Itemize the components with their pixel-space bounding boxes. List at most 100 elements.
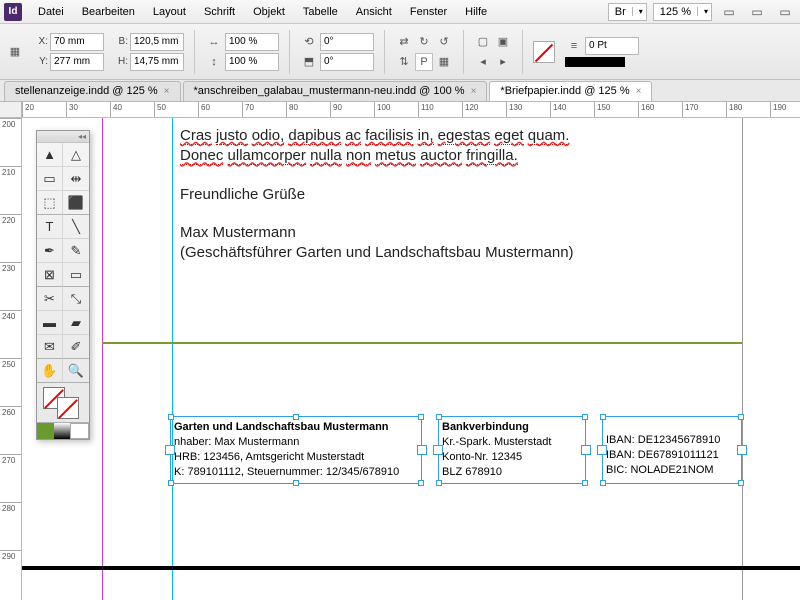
control-bar: ▦ X: Y: B: H: ↔ ↕ ⟲ ⬒ ⇄ ↻ ↺ ⇅ P ▦ ▢ ▣ <box>0 24 800 80</box>
h-input[interactable] <box>130 53 184 71</box>
close-icon[interactable]: × <box>636 86 642 97</box>
apply-gradient[interactable] <box>54 423 71 439</box>
align-icon[interactable]: ▦ <box>435 53 453 71</box>
stroke-style[interactable] <box>565 57 625 67</box>
horizontal-ruler[interactable]: 2030405060708090100110120130140150160170… <box>22 102 800 118</box>
scissors-tool[interactable]: ✂ <box>37 287 63 311</box>
stroke-proxy[interactable] <box>57 397 79 419</box>
bottom-rule <box>22 566 800 570</box>
y-input[interactable] <box>50 53 104 71</box>
zoom-level[interactable]: 125 %▾ <box>653 3 712 21</box>
pen-tool[interactable]: ✒ <box>37 239 63 263</box>
vertical-ruler[interactable]: 200210220230240250260270280290 <box>0 118 22 600</box>
x-label: X: <box>34 36 48 47</box>
select-next-icon[interactable]: ▸ <box>494 53 512 71</box>
footer-heading: Garten und Landschaftsbau Mustermann <box>174 421 389 433</box>
footer-line: Konto-Nr. 12345 <box>442 451 522 463</box>
screen-mode-icon[interactable]: ▭ <box>746 3 768 21</box>
view-options-icon[interactable]: ▭ <box>718 3 740 21</box>
word: facilisis <box>365 127 413 145</box>
page-tool[interactable]: ▭ <box>37 167 63 191</box>
fill-stroke-proxy[interactable] <box>37 383 89 423</box>
rotate-input[interactable] <box>320 33 374 51</box>
scale-y-input[interactable] <box>225 53 279 71</box>
panel-grip[interactable]: ◂◂ <box>37 131 89 143</box>
bridge-button[interactable]: Br▾ <box>608 3 647 21</box>
hand-tool[interactable]: ✋ <box>37 359 63 383</box>
rectangle-frame-tool[interactable]: ⊠ <box>37 263 63 287</box>
zoom-tool[interactable]: 🔍 <box>63 359 89 383</box>
caret-icon: ▾ <box>697 7 711 16</box>
flip-h-icon[interactable]: ⇄ <box>395 33 413 51</box>
w-label: B: <box>114 36 128 47</box>
type-tool[interactable]: T <box>37 215 63 239</box>
scale-x-input[interactable] <box>225 33 279 51</box>
gradient-feather-tool[interactable]: ▰ <box>63 311 89 335</box>
close-icon[interactable]: × <box>471 86 477 97</box>
rotate-cw-icon[interactable]: ↻ <box>415 33 433 51</box>
x-input[interactable] <box>50 33 104 51</box>
menu-layout[interactable]: Layout <box>145 3 194 21</box>
fill-swatch[interactable] <box>533 41 555 63</box>
footer-col1: Garten und Landschaftsbau Mustermann nha… <box>174 420 422 479</box>
tab-stellenanzeige[interactable]: stellenanzeige.indd @ 125 %× <box>4 81 181 101</box>
ruler-corner[interactable] <box>0 102 22 118</box>
word: Cras <box>180 127 212 145</box>
apply-none[interactable] <box>70 423 89 439</box>
body-text[interactable]: Cras justo odio, dapibus ac facilisis in… <box>180 126 700 263</box>
selection-tool[interactable]: ▲ <box>37 143 63 167</box>
rotate-ccw-icon[interactable]: ↺ <box>435 33 453 51</box>
y-label: Y: <box>34 56 48 67</box>
document-canvas[interactable]: Cras justo odio, dapibus ac facilisis in… <box>22 118 800 600</box>
column-guide[interactable] <box>172 118 173 600</box>
scale-x-icon: ↔ <box>205 33 223 51</box>
word: odio, <box>252 127 285 145</box>
word: egestas <box>438 127 491 145</box>
close-icon[interactable]: × <box>164 86 170 97</box>
flip-v-icon[interactable]: ⇅ <box>395 53 413 71</box>
select-prev-icon[interactable]: ◂ <box>474 53 492 71</box>
line-tool[interactable]: ╲ <box>63 215 89 239</box>
menu-datei[interactable]: Datei <box>30 3 72 21</box>
apply-color[interactable] <box>37 423 54 439</box>
gradient-swatch-tool[interactable]: ▬ <box>37 311 63 335</box>
note-tool[interactable]: ✉ <box>37 335 63 359</box>
menu-hilfe[interactable]: Hilfe <box>457 3 495 21</box>
menu-fenster[interactable]: Fenster <box>402 3 455 21</box>
menu-bearbeiten[interactable]: Bearbeiten <box>74 3 143 21</box>
p-icon[interactable]: P <box>415 53 433 71</box>
eyedropper-tool[interactable]: ✐ <box>63 335 89 359</box>
footer-line: Kr.-Spark. Musterstadt <box>442 436 551 448</box>
content-placer-tool[interactable]: ⬛ <box>63 191 89 215</box>
menu-tabelle[interactable]: Tabelle <box>295 3 346 21</box>
gap-tool[interactable]: ⇹ <box>63 167 89 191</box>
menu-objekt[interactable]: Objekt <box>245 3 293 21</box>
footer-col2: Bankverbindung Kr.-Spark. Musterstadt Ko… <box>442 420 586 479</box>
content-collector-tool[interactable]: ⬚ <box>37 191 63 215</box>
free-transform-tool[interactable]: ⤡ <box>63 287 89 311</box>
caret-icon: ▾ <box>632 7 646 16</box>
shear-input[interactable] <box>320 53 374 71</box>
word: dapibus <box>288 127 341 145</box>
w-input[interactable] <box>130 33 184 51</box>
signature-title: (Geschäftsführer Garten und Landschaftsb… <box>180 243 700 263</box>
word: metus <box>375 147 416 165</box>
divider-rule[interactable] <box>102 342 742 344</box>
arrange-icon[interactable]: ▭ <box>774 3 796 21</box>
greeting: Freundliche Grüße <box>180 185 700 205</box>
tab-briefpapier[interactable]: *Briefpapier.indd @ 125 %× <box>489 81 652 101</box>
menu-schrift[interactable]: Schrift <box>196 3 243 21</box>
tab-anschreiben[interactable]: *anschreiben_galabau_mustermann-neu.indd… <box>183 81 488 101</box>
reference-point-icon[interactable]: ▦ <box>6 43 24 61</box>
direct-selection-tool[interactable]: △ <box>63 143 89 167</box>
select-container-icon[interactable]: ▢ <box>474 33 492 51</box>
tools-panel[interactable]: ◂◂ ▲ △ ▭ ⇹ ⬚ ⬛ T ╲ ✒ ✎ ⊠ ▭ ✂ ⤡ ▬ ▰ ✉ ✐ ✋… <box>36 130 90 440</box>
rectangle-tool[interactable]: ▭ <box>63 263 89 287</box>
stroke-weight-input[interactable] <box>585 37 639 55</box>
pencil-tool[interactable]: ✎ <box>63 239 89 263</box>
footer-line: BIC: NOLADE21NOM <box>606 464 714 476</box>
menu-ansicht[interactable]: Ansicht <box>348 3 400 21</box>
select-content-icon[interactable]: ▣ <box>494 33 512 51</box>
rotate-icon: ⟲ <box>300 33 318 51</box>
margin-guide[interactable] <box>102 118 103 600</box>
